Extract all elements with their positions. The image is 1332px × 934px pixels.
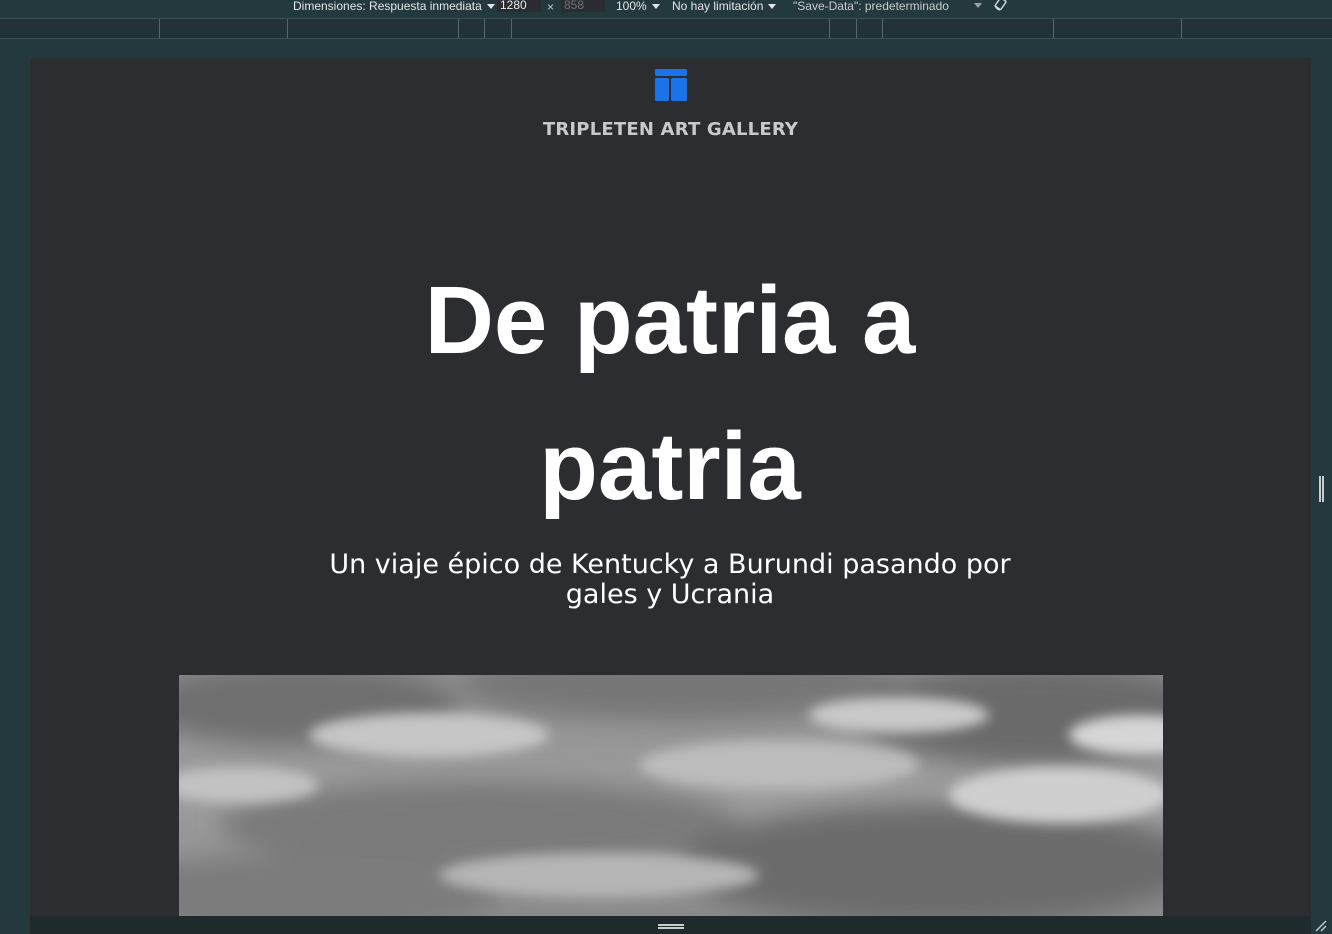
chevron-down-icon [486, 4, 495, 9]
rotate-icon[interactable] [993, 0, 1009, 12]
subtitle-line-1: Un viaje épico de Kentucky a Burundi pas… [329, 549, 1011, 580]
chevron-down-icon [651, 4, 660, 9]
height-input[interactable]: 858 [561, 0, 605, 12]
save-data-label: "Save-Data": predeterminado [793, 0, 949, 13]
brand-name[interactable]: TRIPLETEN ART GALLERY [30, 119, 1311, 140]
throttling-dropdown[interactable]: No hay limitación [672, 0, 777, 13]
breakpoint-marker[interactable] [484, 19, 485, 38]
subtitle-line-2: gales y Ucrania [565, 579, 775, 610]
device-toolbar: Dimensiones: Respuesta inmediata 1280 × … [0, 0, 1332, 18]
media-query-bar [0, 18, 1332, 39]
save-data-chevron-icon[interactable] [974, 3, 982, 8]
dimensions-label: Dimensiones: Respuesta inmediata [293, 0, 482, 13]
breakpoint-marker[interactable] [1053, 19, 1054, 38]
resize-grip-icon [658, 924, 684, 929]
chevron-down-icon [768, 4, 777, 9]
zoom-dropdown[interactable]: 100% [616, 0, 660, 13]
title-line-2: patria [539, 413, 801, 520]
right-resize-handle[interactable] [1311, 58, 1332, 934]
breakpoint-marker[interactable] [882, 19, 883, 38]
gallery-logo-icon[interactable] [655, 69, 687, 101]
breakpoint-marker[interactable] [458, 19, 459, 38]
bottom-resize-handle[interactable] [30, 916, 1311, 934]
page-title: De patria a patria [370, 248, 970, 540]
times-separator: × [547, 0, 555, 14]
width-input[interactable]: 1280 [497, 0, 541, 12]
corner-resize-icon[interactable] [1314, 920, 1328, 932]
title-line-1: De patria a [424, 267, 916, 374]
save-data-dropdown[interactable]: "Save-Data": predeterminado [793, 0, 949, 13]
breakpoint-marker[interactable] [829, 19, 830, 38]
breakpoint-marker[interactable] [287, 19, 288, 38]
page-viewport: TRIPLETEN ART GALLERY De patria a patria… [30, 58, 1311, 916]
resize-grip-icon [1319, 476, 1324, 502]
cloudy-sky-image [179, 675, 1163, 916]
hero-sky-image [179, 675, 1163, 916]
dimensions-dropdown[interactable]: Dimensiones: Respuesta inmediata [293, 0, 495, 13]
breakpoint-marker[interactable] [856, 19, 857, 38]
breakpoint-marker[interactable] [511, 19, 512, 38]
throttling-label: No hay limitación [672, 0, 764, 13]
breakpoint-marker[interactable] [159, 19, 160, 38]
page-subtitle: Un viaje épico de Kentucky a Burundi pas… [290, 550, 1050, 610]
zoom-label: 100% [616, 0, 647, 13]
breakpoint-marker[interactable] [1181, 19, 1182, 38]
